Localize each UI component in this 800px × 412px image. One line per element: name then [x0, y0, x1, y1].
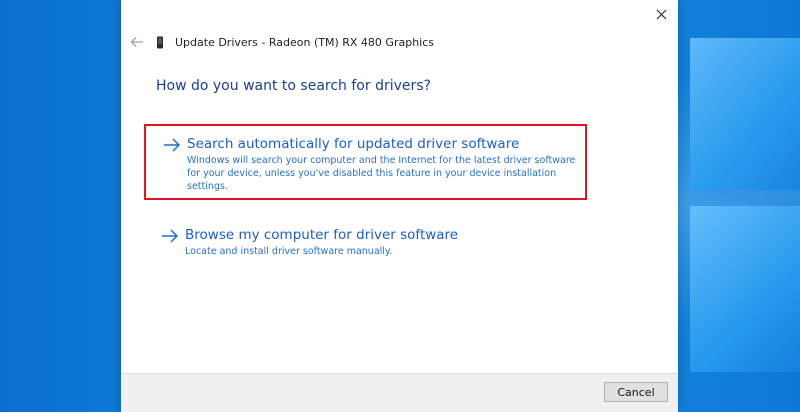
close-button[interactable]: [650, 3, 672, 25]
page-heading: How do you want to search for drivers?: [156, 78, 431, 94]
option-body: Search automatically for updated driver …: [187, 135, 587, 198]
dialog-titlebar: Update Drivers - Radeon (TM) RX 480 Grap…: [129, 32, 434, 52]
option-description: Locate and install driver software manua…: [185, 246, 393, 257]
back-button[interactable]: [129, 34, 145, 50]
arrow-right-icon: [164, 138, 181, 152]
close-icon: [656, 9, 666, 19]
windows-logo: [678, 0, 800, 412]
update-drivers-dialog: Update Drivers - Radeon (TM) RX 480 Grap…: [121, 0, 678, 412]
search-automatically-option[interactable]: Search automatically for updated driver …: [144, 124, 587, 200]
arrow-right-icon: [162, 229, 179, 243]
back-arrow-icon: [130, 37, 143, 47]
dialog-title: Update Drivers - Radeon (TM) RX 480 Grap…: [175, 35, 434, 49]
option-body: Browse my computer for driver software L…: [185, 226, 585, 258]
option-title: Search automatically for updated driver …: [187, 136, 520, 152]
option-title: Browse my computer for driver software: [185, 227, 459, 243]
dialog-footer: Cancel: [121, 373, 678, 412]
option-description: Windows will search your computer and th…: [187, 155, 576, 192]
windows-logo-pane-bottom: [690, 206, 800, 372]
windows-logo-pane-top: [690, 38, 800, 190]
cancel-button[interactable]: Cancel: [604, 382, 668, 402]
browse-computer-option[interactable]: Browse my computer for driver software L…: [161, 226, 591, 258]
device-icon: [155, 35, 165, 49]
